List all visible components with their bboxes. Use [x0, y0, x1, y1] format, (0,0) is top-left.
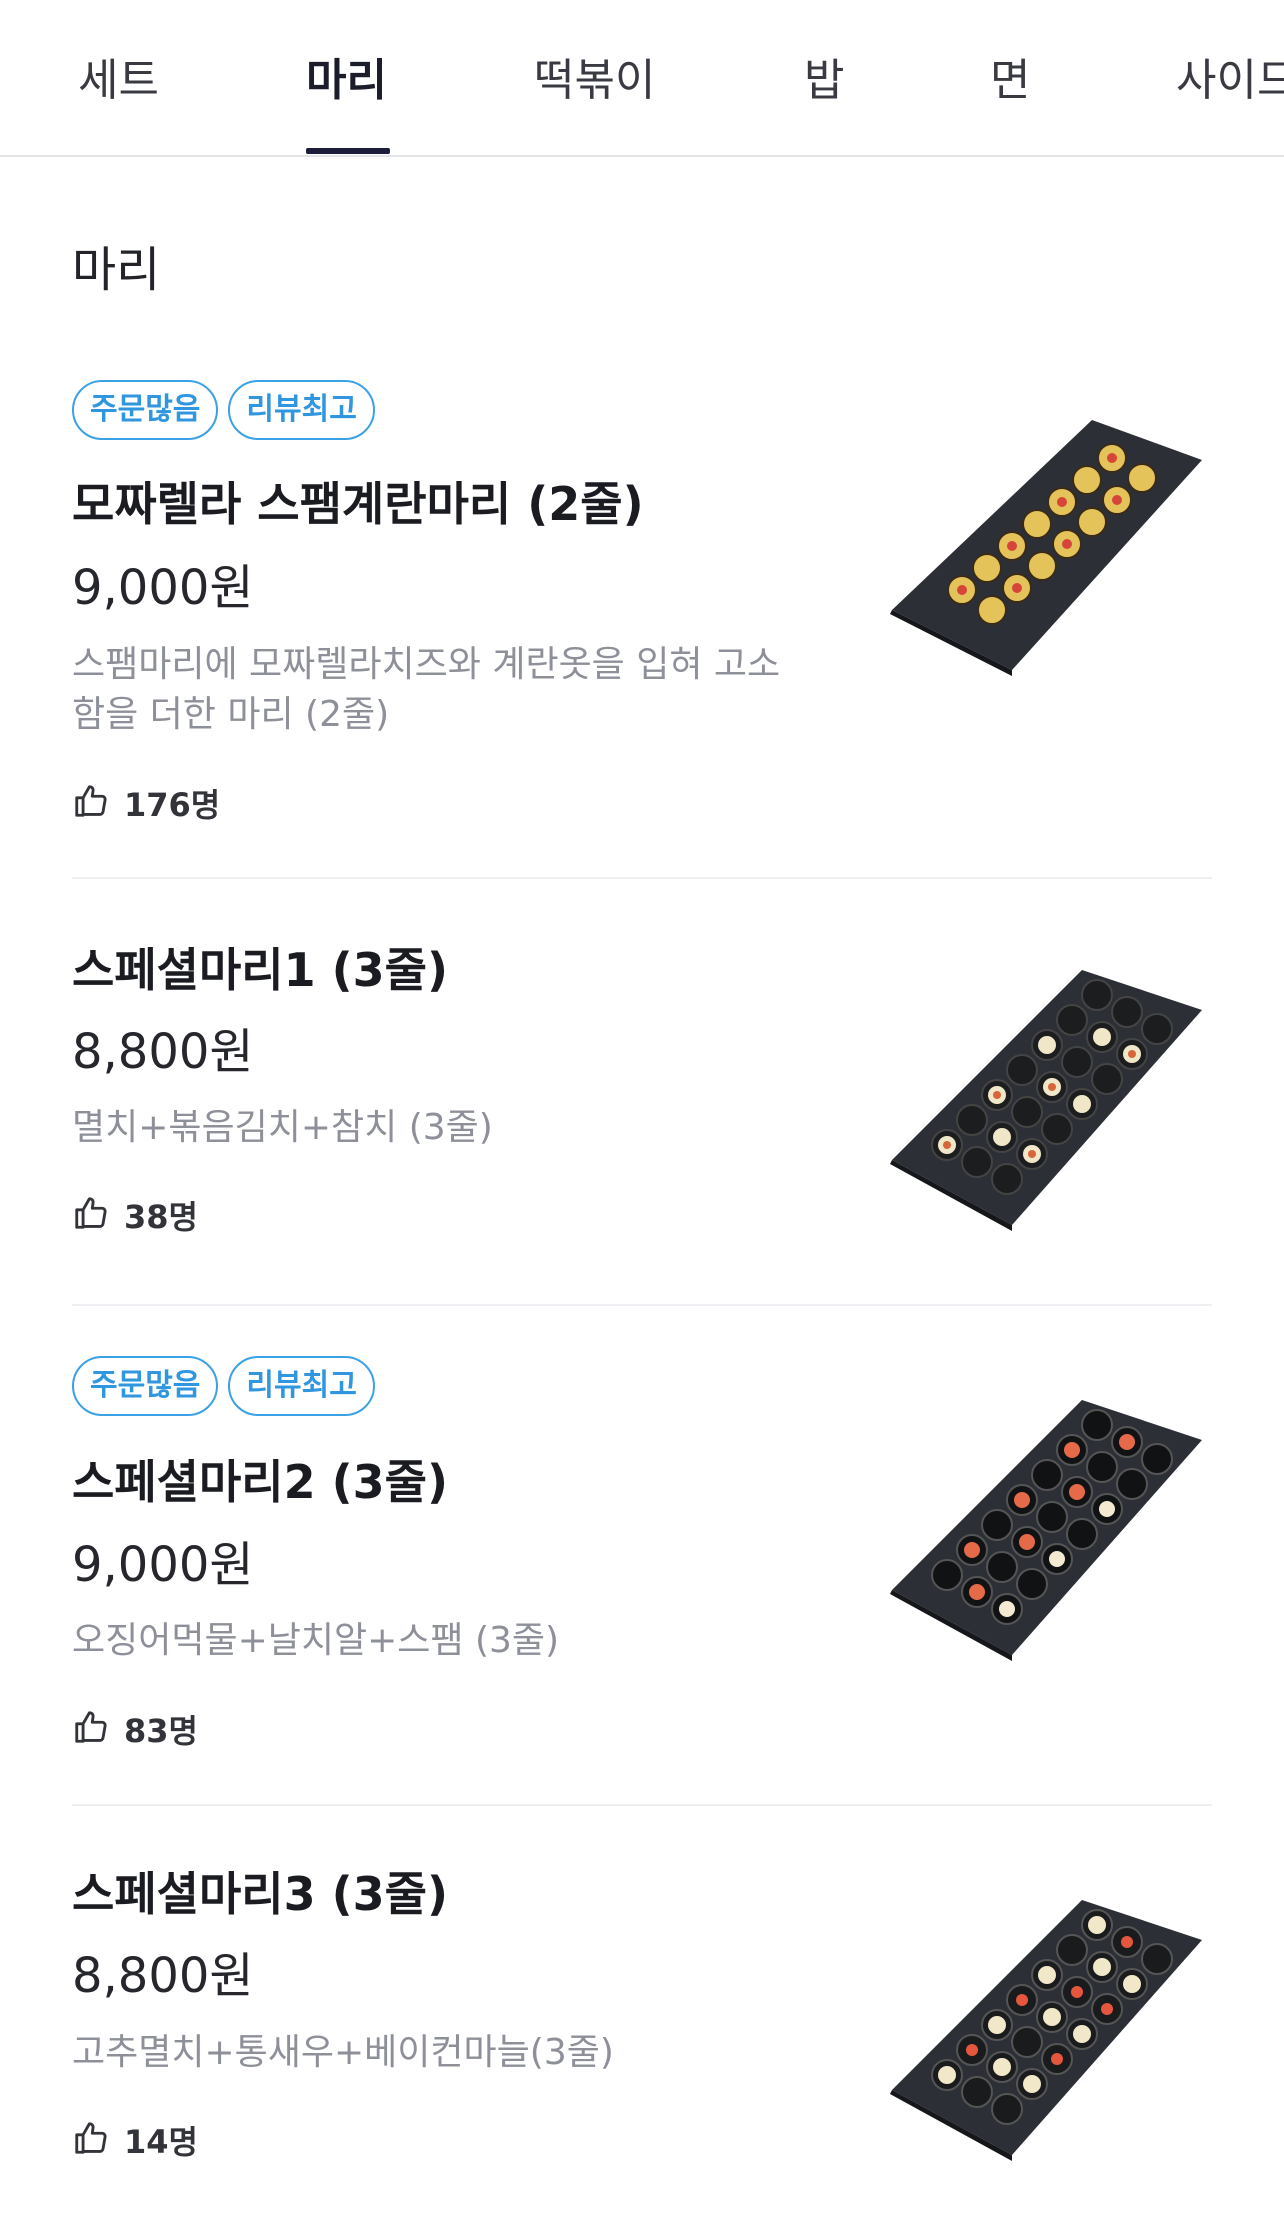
item-image	[882, 400, 1212, 700]
likes-count: 83명	[124, 1712, 198, 1750]
category-tab-bar: 세트 마리 떡볶이 밥 면 사이드	[0, 0, 1284, 157]
thumbs-up-icon	[72, 1708, 110, 1750]
likes: 176명	[72, 780, 220, 826]
tab-set[interactable]: 세트	[78, 44, 159, 108]
item-image	[882, 950, 1212, 1250]
item-description: 스팸마리에 모짜렐라치즈와 계란옷을 입혀 고소함을 더한 마리 (2줄)	[72, 644, 781, 735]
badge-group: 주문많음 리뷰최고	[72, 380, 375, 440]
item-price: 9,000원	[72, 1537, 254, 1593]
active-tab-indicator	[306, 148, 390, 154]
tab-side[interactable]: 사이드	[1176, 44, 1284, 108]
item-description: 고추멸치+통새우+베이컨마늘(3줄)	[72, 2032, 614, 2073]
item-description: 멸치+볶음김치+참치 (3줄)	[72, 1107, 493, 1148]
likes: 83명	[72, 1706, 198, 1752]
section-title: 마리	[72, 242, 161, 298]
thumbs-up-icon	[72, 1194, 110, 1236]
item-price: 8,800원	[72, 1948, 254, 2004]
item-name: 스페셜마리2 (3줄)	[72, 1455, 448, 1509]
item-price: 8,800원	[72, 1024, 254, 1080]
item-name: 스페셜마리3 (3줄)	[72, 1867, 448, 1921]
divider	[72, 1304, 1212, 1306]
tab-mari[interactable]: 마리	[306, 44, 387, 108]
likes-count: 38명	[124, 1198, 198, 1236]
tab-rice[interactable]: 밥	[804, 44, 844, 108]
item-image	[882, 1880, 1212, 2180]
tab-noodles[interactable]: 면	[990, 44, 1030, 108]
item-image	[882, 1380, 1212, 1680]
tab-tteokbokki[interactable]: 떡볶이	[534, 44, 655, 108]
badge-most-ordered: 주문많음	[72, 1356, 219, 1416]
item-name: 모짜렐라 스팸계란마리 (2줄)	[72, 477, 644, 531]
badge-best-review: 리뷰최고	[228, 1356, 375, 1416]
likes-count: 176명	[124, 786, 221, 824]
thumbs-up-icon	[72, 782, 110, 824]
divider	[72, 877, 1212, 879]
badge-best-review: 리뷰최고	[228, 380, 375, 440]
item-name: 스페셜마리1 (3줄)	[72, 943, 448, 997]
likes: 14명	[72, 2117, 198, 2163]
thumbs-up-icon	[72, 2119, 110, 2161]
item-price: 9,000원	[72, 560, 254, 616]
item-description: 오징어먹물+날치알+스팸 (3줄)	[72, 1620, 560, 1661]
divider	[72, 1804, 1212, 1806]
badge-most-ordered: 주문많음	[72, 380, 219, 440]
likes: 38명	[72, 1192, 198, 1238]
badge-group: 주문많음 리뷰최고	[72, 1356, 375, 1416]
likes-count: 14명	[124, 2123, 198, 2161]
